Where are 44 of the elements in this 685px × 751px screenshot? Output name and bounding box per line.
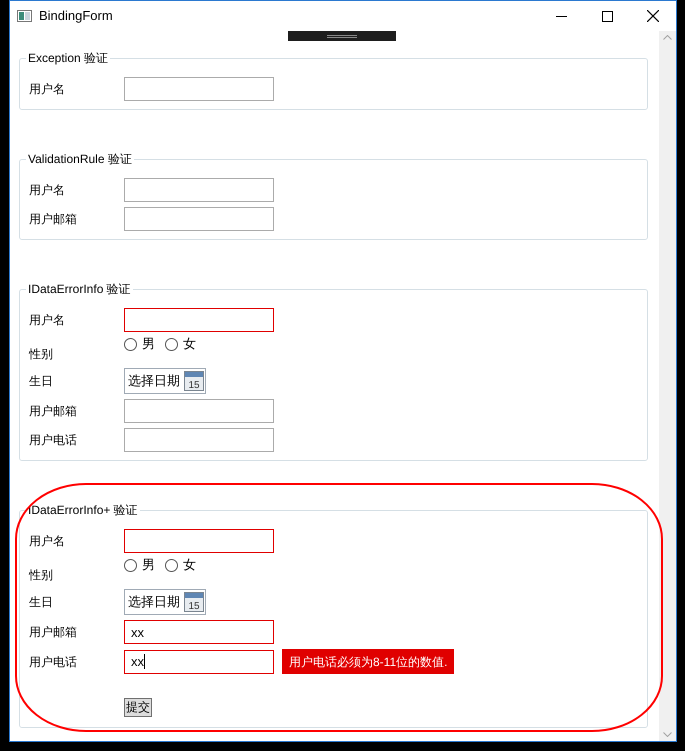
submit-button[interactable]: 提交	[124, 698, 152, 716]
error-tooltip: 用户电话必须为8-11位的数值.	[282, 649, 454, 674]
group-title: Exception 验证	[26, 50, 110, 66]
group-title: IDataErrorInfo 验证	[26, 281, 133, 297]
radio-option[interactable]: 女	[165, 555, 196, 575]
text-field[interactable]	[124, 77, 274, 101]
field-label: 用户名	[29, 312, 66, 329]
window-title: BindingForm	[39, 7, 113, 26]
text-field[interactable]: xx	[124, 650, 274, 674]
field-label: 用户名	[29, 182, 66, 199]
field-label: 生日	[29, 373, 54, 390]
text-field[interactable]	[124, 428, 274, 452]
field-label: 用户邮箱	[29, 403, 78, 420]
text-field[interactable]: xx	[124, 620, 274, 644]
group-title: IDataErrorInfo+ 验证	[26, 502, 140, 518]
radio-button[interactable]	[165, 338, 178, 350]
text-field[interactable]	[124, 529, 274, 553]
text-field[interactable]	[124, 399, 274, 423]
date-picker[interactable]: 选择日期 15	[124, 589, 206, 615]
calendar-icon[interactable]: 15	[184, 592, 204, 612]
field-label: 用户名	[29, 81, 66, 98]
radio-button[interactable]	[124, 558, 137, 572]
drag-handle[interactable]	[288, 31, 396, 41]
field-label: 用户邮箱	[29, 211, 78, 228]
field-label: 生日	[29, 594, 54, 611]
field-label: 用户电话	[29, 432, 78, 449]
radio-button[interactable]	[124, 338, 137, 350]
field-label: 用户名	[29, 533, 66, 550]
radio-button[interactable]	[165, 558, 178, 572]
text-field[interactable]	[124, 207, 274, 231]
field-label: 用户电话	[29, 654, 78, 670]
date-picker[interactable]: 选择日期 15	[124, 368, 206, 394]
field-label: 性别	[29, 567, 54, 584]
app-icon	[17, 10, 32, 22]
text-field[interactable]	[124, 308, 274, 332]
field-label: 性别	[29, 346, 54, 363]
calendar-icon[interactable]: 15	[184, 371, 204, 391]
close-icon	[647, 10, 659, 22]
radio-option[interactable]: 女	[165, 334, 196, 354]
field-label: 用户邮箱	[29, 624, 78, 641]
group-title: ValidationRule 验证	[26, 151, 134, 167]
radio-option[interactable]: 男	[124, 334, 155, 354]
text-field[interactable]	[124, 178, 274, 202]
radio-option[interactable]: 男	[124, 555, 155, 575]
